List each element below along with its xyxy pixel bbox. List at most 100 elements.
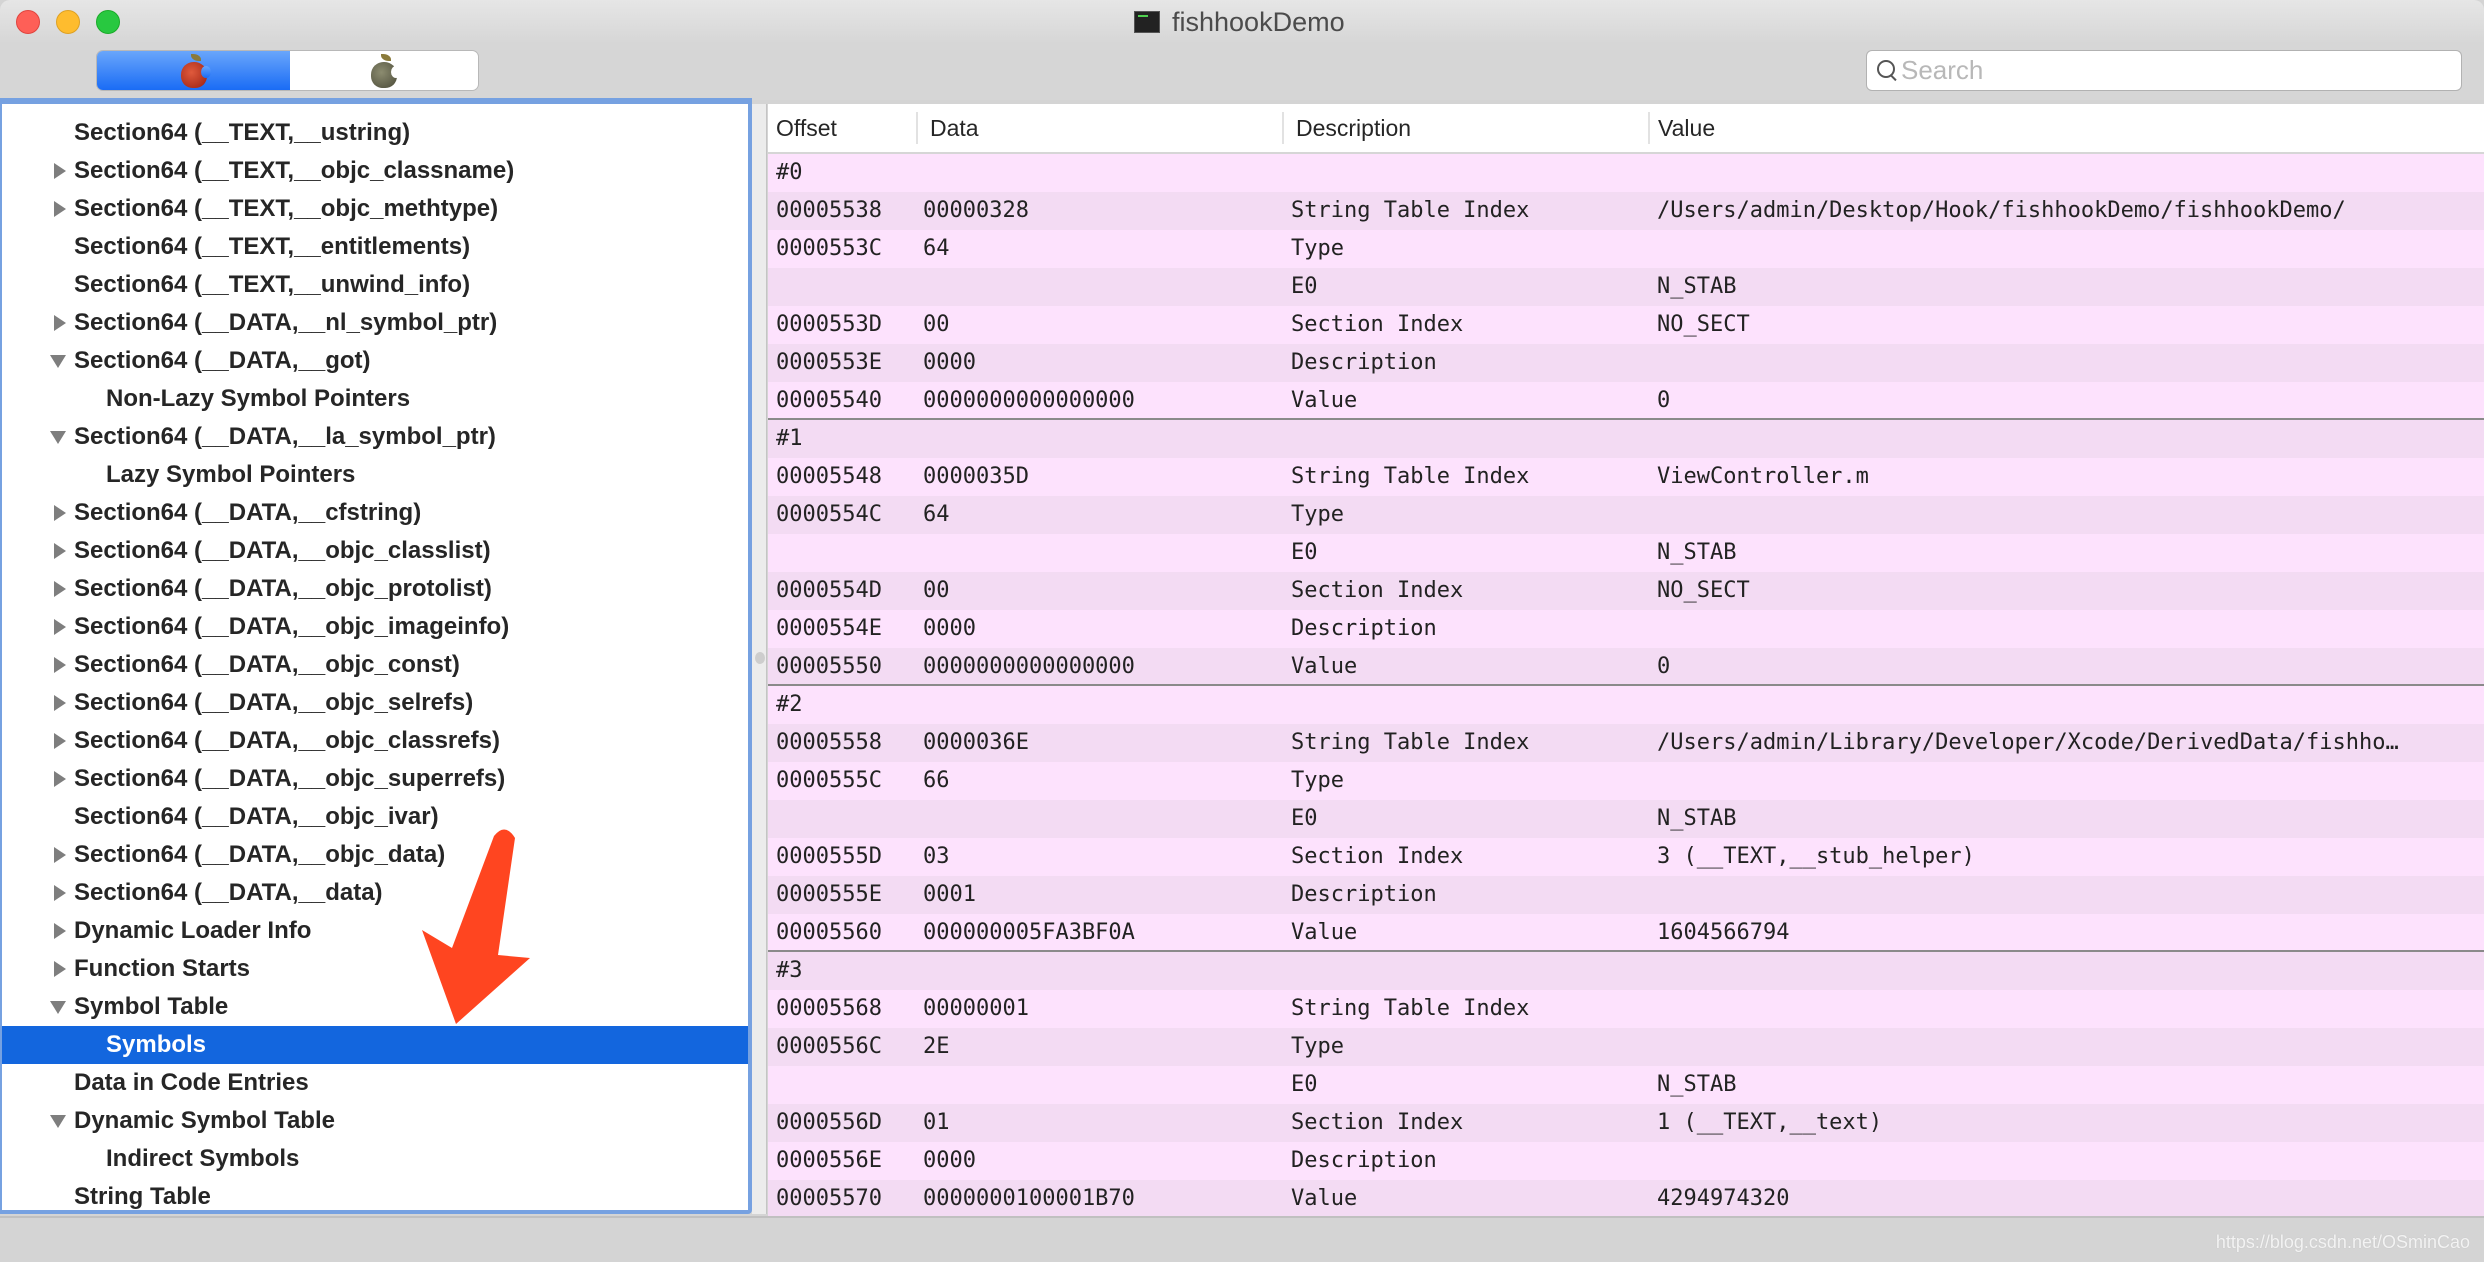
column-header-data[interactable]: Data: [930, 104, 979, 152]
split-view-divider[interactable]: [752, 104, 767, 1214]
sidebar-item[interactable]: String Table: [2, 1178, 748, 1210]
sidebar-item[interactable]: Section64 (__TEXT,__ustring): [2, 114, 748, 152]
minimize-button[interactable]: [56, 10, 80, 34]
close-button[interactable]: [16, 10, 40, 34]
column-header-offset[interactable]: Offset: [776, 104, 837, 152]
table-row[interactable]: 0000554E 0000 Description: [768, 610, 2484, 648]
sidebar-item[interactable]: Section64 (__DATA,__objc_classrefs): [2, 722, 748, 760]
disclosure-triangle-collapsed-icon[interactable]: [54, 315, 66, 331]
table-row[interactable]: 0000554D 00 Section Index NO_SECT: [768, 572, 2484, 610]
cell-description: Type: [1291, 768, 1344, 793]
column-divider[interactable]: [916, 112, 918, 144]
sidebar-item[interactable]: Section64 (__DATA,__la_symbol_ptr): [2, 418, 748, 456]
sidebar-item[interactable]: Section64 (__DATA,__objc_superrefs): [2, 760, 748, 798]
disclosure-triangle-expanded-icon[interactable]: [50, 355, 66, 368]
table-row[interactable]: 0000556C 2E Type: [768, 1028, 2484, 1066]
sidebar-item[interactable]: Section64 (__TEXT,__entitlements): [2, 228, 748, 266]
table-row[interactable]: 00005560 000000005FA3BF0A Value 1604566794: [768, 914, 2484, 952]
sidebar-item[interactable]: Section64 (__DATA,__nl_symbol_ptr): [2, 304, 748, 342]
sidebar-item[interactable]: Symbols: [2, 1026, 748, 1064]
sidebar-item[interactable]: Section64 (__DATA,__objc_const): [2, 646, 748, 684]
sidebar-item[interactable]: Section64 (__DATA,__got): [2, 342, 748, 380]
table-row[interactable]: 0000556E 0000 Description: [768, 1142, 2484, 1180]
sidebar-item[interactable]: Indirect Symbols: [2, 1140, 748, 1178]
disclosure-triangle-collapsed-icon[interactable]: [54, 505, 66, 521]
sidebar-item[interactable]: Section64 (__DATA,__cfstring): [2, 494, 748, 532]
table-row[interactable]: 00005550 0000000000000000 Value 0: [768, 648, 2484, 686]
sidebar-item[interactable]: Function Starts: [2, 950, 748, 988]
sidebar-item[interactable]: Dynamic Loader Info: [2, 912, 748, 950]
disclosure-triangle-collapsed-icon[interactable]: [54, 201, 66, 217]
cell-value: 4294974320: [1657, 1186, 1790, 1211]
sidebar-item[interactable]: Section64 (__TEXT,__objc_classname): [2, 152, 748, 190]
column-header-description[interactable]: Description: [1296, 104, 1411, 152]
table-row[interactable]: 0000556D 01 Section Index 1 (__TEXT,__text): [768, 1104, 2484, 1142]
disclosure-triangle-collapsed-icon[interactable]: [54, 619, 66, 635]
disclosure-triangle-collapsed-icon[interactable]: [54, 961, 66, 977]
table-row[interactable]: E0 N_STAB: [768, 800, 2484, 838]
table-group-header[interactable]: #0: [768, 154, 2484, 192]
table-row[interactable]: 0000554C 64 Type: [768, 496, 2484, 534]
table-row[interactable]: 0000555D 03 Section Index 3 (__TEXT,__stub_…: [768, 838, 2484, 876]
table-row[interactable]: 00005568 00000001 String Table Index: [768, 990, 2484, 1028]
divider-handle[interactable]: [755, 652, 765, 664]
disclosure-triangle-expanded-icon[interactable]: [50, 431, 66, 444]
disclosure-triangle-collapsed-icon[interactable]: [54, 581, 66, 597]
table-row[interactable]: 00005558 0000036E String Table Index/Users…: [768, 724, 2484, 762]
column-divider[interactable]: [1282, 112, 1284, 144]
table-row[interactable]: 00005540 0000000000000000 Value 0: [768, 382, 2484, 420]
cell-data: [923, 420, 1283, 458]
table-group-header[interactable]: #2: [768, 686, 2484, 724]
segment-raw-view[interactable]: [97, 51, 290, 90]
cell-description: Section Index: [1291, 578, 1464, 603]
sidebar-item[interactable]: Dynamic Symbol Table: [2, 1102, 748, 1140]
sidebar-item[interactable]: Section64 (__DATA,__objc_ivar): [2, 798, 748, 836]
table-row[interactable]: E0 N_STAB: [768, 268, 2484, 306]
search-input[interactable]: [1899, 55, 2443, 86]
sidebar-item[interactable]: Lazy Symbol Pointers: [2, 456, 748, 494]
sidebar-item[interactable]: Section64 (__DATA,__objc_imageinfo): [2, 608, 748, 646]
zoom-button[interactable]: [96, 10, 120, 34]
table-row[interactable]: 0000553D 00 Section Index NO_SECT: [768, 306, 2484, 344]
table-row[interactable]: 00005548 0000035D String Table Index ViewCo…: [768, 458, 2484, 496]
cell-description: Section Index: [1291, 1110, 1464, 1135]
toolbar: [0, 44, 2484, 100]
sidebar-item[interactable]: Section64 (__TEXT,__unwind_info): [2, 266, 748, 304]
disclosure-triangle-collapsed-icon[interactable]: [54, 657, 66, 673]
table-group-header[interactable]: #1: [768, 420, 2484, 458]
sidebar-item[interactable]: Section64 (__TEXT,__objc_methtype): [2, 190, 748, 228]
disclosure-triangle-collapsed-icon[interactable]: [54, 695, 66, 711]
sidebar-item[interactable]: Section64 (__DATA,__objc_data): [2, 836, 748, 874]
sidebar-item[interactable]: Section64 (__DATA,__objc_selrefs): [2, 684, 748, 722]
disclosure-triangle-collapsed-icon[interactable]: [54, 923, 66, 939]
cell-value: [1657, 344, 2477, 382]
table-row[interactable]: E0 N_STAB: [768, 534, 2484, 572]
column-header-value[interactable]: Value: [1658, 104, 1715, 152]
disclosure-triangle-collapsed-icon[interactable]: [54, 543, 66, 559]
sidebar-item[interactable]: Section64 (__DATA,__objc_protolist): [2, 570, 748, 608]
sidebar-item[interactable]: Symbol Table: [2, 988, 748, 1026]
table-row[interactable]: 00005538 00000328 String Table Index/Users…: [768, 192, 2484, 230]
column-divider[interactable]: [1648, 112, 1650, 144]
disclosure-triangle-collapsed-icon[interactable]: [54, 847, 66, 863]
sidebar-item[interactable]: Section64 (__DATA,__objc_classlist): [2, 532, 748, 570]
cell-value: NO_SECT: [1657, 578, 1750, 603]
disclosure-triangle-collapsed-icon[interactable]: [54, 885, 66, 901]
segment-rva-view[interactable]: [290, 51, 478, 90]
disclosure-triangle-collapsed-icon[interactable]: [54, 163, 66, 179]
sidebar-item[interactable]: Non-Lazy Symbol Pointers: [2, 380, 748, 418]
table-row[interactable]: 0000553E 0000 Description: [768, 344, 2484, 382]
disclosure-triangle-collapsed-icon[interactable]: [54, 771, 66, 787]
table-row[interactable]: 0000555C 66 Type: [768, 762, 2484, 800]
disclosure-triangle-expanded-icon[interactable]: [50, 1115, 66, 1128]
sidebar-item[interactable]: Data in Code Entries: [2, 1064, 748, 1102]
search-field[interactable]: [1866, 50, 2462, 91]
table-row[interactable]: 0000555E 0001 Description: [768, 876, 2484, 914]
table-row[interactable]: 0000553C 64 Type: [768, 230, 2484, 268]
table-row[interactable]: 00005570 0000000100001B70 Value 4294974320: [768, 1180, 2484, 1216]
disclosure-triangle-expanded-icon[interactable]: [50, 1001, 66, 1014]
table-row[interactable]: E0 N_STAB: [768, 1066, 2484, 1104]
table-group-header[interactable]: #3: [768, 952, 2484, 990]
sidebar-item[interactable]: Section64 (__DATA,__data): [2, 874, 748, 912]
disclosure-triangle-collapsed-icon[interactable]: [54, 733, 66, 749]
